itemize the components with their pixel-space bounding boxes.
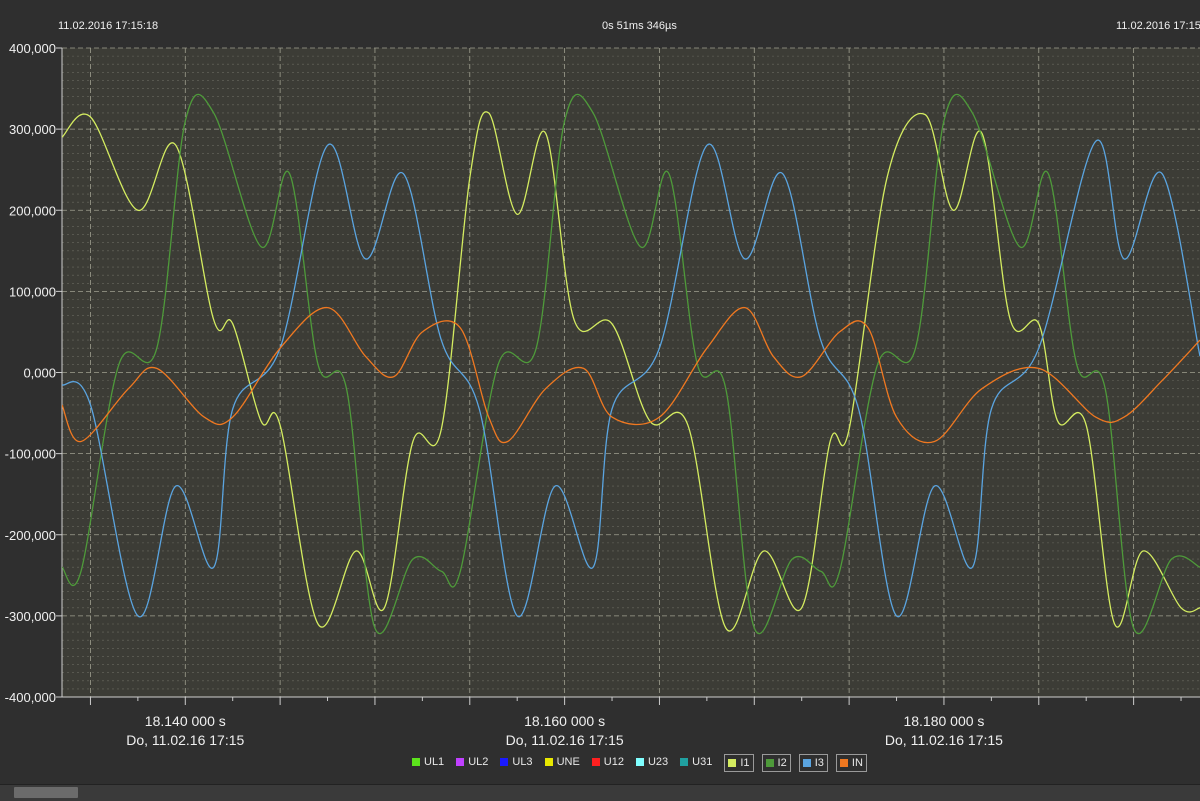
legend-swatch [765, 759, 774, 767]
y-tick-label: 0,000 [23, 366, 56, 381]
legend-item-ul2[interactable]: UL2 [456, 754, 488, 770]
waveform-chart[interactable]: 400,000 300,000 200,000 100,000 0,000 -100,00… [0, 0, 1200, 800]
y-tick-label: -400,000 [5, 690, 56, 705]
legend-item-ul1[interactable]: UL1 [412, 754, 444, 770]
legend-label: I2 [777, 757, 787, 769]
chart-legend: UL1 UL2 UL3 UNE U12 U23 U31 I1 I2 I3 IN [412, 754, 875, 772]
legend-item-i2[interactable]: I2 [761, 754, 791, 772]
legend-item-i3[interactable]: I3 [798, 754, 828, 772]
y-tick-label: 200,000 [9, 203, 56, 218]
x-tick-label: 18.160 000 s [524, 713, 605, 729]
legend-item-i1[interactable]: I1 [724, 754, 754, 772]
legend-label: U12 [603, 756, 624, 768]
x-tick-date-label: Do, 11.02.16 17:15 [885, 732, 1003, 748]
legend-label: UNE [556, 756, 580, 768]
legend-label: I3 [814, 757, 824, 769]
y-tick-label: -300,000 [5, 609, 56, 624]
y-tick-label: -100,000 [5, 447, 56, 462]
legend-swatch [456, 758, 465, 766]
legend-label: U23 [647, 756, 669, 768]
scrollbar-thumb[interactable] [14, 787, 78, 798]
horizontal-scrollbar[interactable] [0, 784, 1200, 801]
legend-swatch [802, 759, 811, 767]
x-tick-date-label: Do, 11.02.16 17:15 [506, 732, 624, 748]
legend-label: U31 [692, 756, 713, 768]
legend-swatch [728, 759, 737, 767]
legend-item-une[interactable]: UNE [544, 754, 580, 770]
legend-item-ul3[interactable]: UL3 [500, 754, 533, 770]
legend-swatch [500, 758, 509, 766]
legend-swatch [412, 758, 420, 766]
legend-label: UL3 [512, 756, 533, 768]
legend-item-u12[interactable]: U12 [591, 754, 624, 770]
legend-label: UL1 [424, 756, 445, 768]
y-tick-label: -200,000 [5, 528, 56, 543]
legend-swatch [591, 758, 600, 766]
legend-item-in[interactable]: IN [835, 754, 867, 772]
legend-label: IN [851, 757, 863, 769]
y-tick-label: 100,000 [9, 284, 56, 299]
x-tick-label: 18.180 000 s [903, 713, 984, 729]
legend-swatch [680, 758, 689, 766]
x-tick-label: 18.140 000 s [145, 713, 226, 729]
legend-swatch [635, 758, 644, 766]
legend-label: I1 [740, 757, 750, 769]
y-tick-label: 300,000 [9, 122, 56, 137]
legend-swatch [544, 758, 553, 766]
y-tick-label: 400,000 [9, 41, 56, 56]
legend-item-u31[interactable]: U31 [680, 754, 712, 770]
legend-label: UL2 [468, 756, 489, 768]
legend-item-u23[interactable]: U23 [635, 754, 669, 770]
legend-swatch [839, 759, 848, 767]
x-tick-date-label: Do, 11.02.16 17:15 [126, 732, 244, 748]
